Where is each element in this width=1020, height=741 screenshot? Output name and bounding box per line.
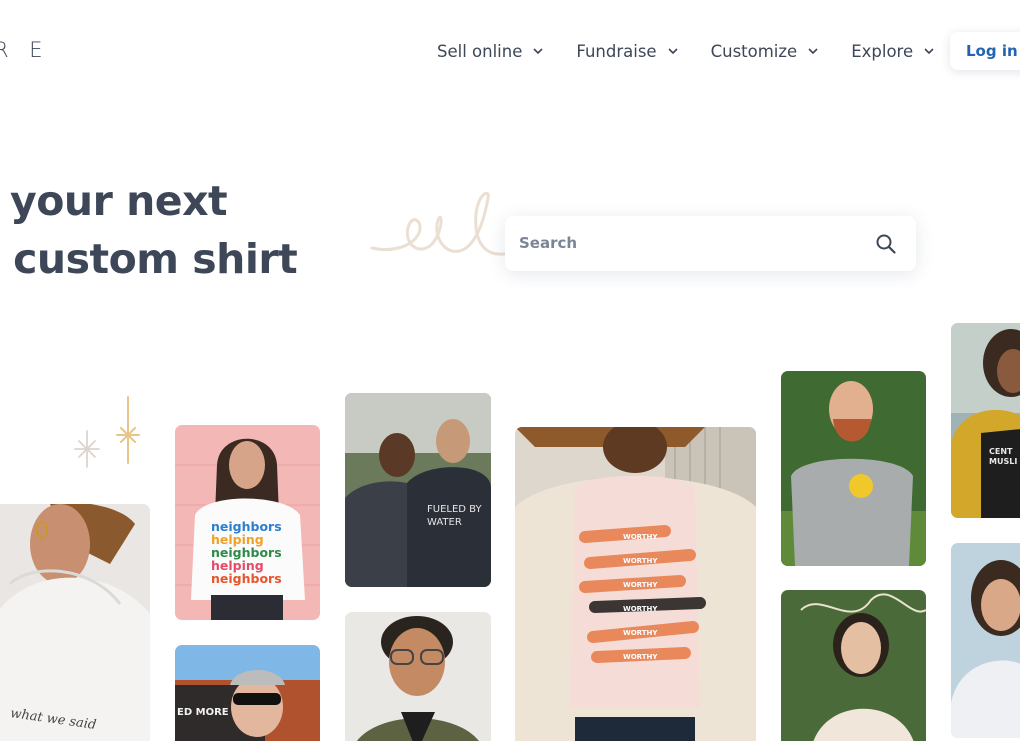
shirt-line: WORTHY bbox=[623, 629, 658, 637]
glasses-woman-image bbox=[345, 612, 491, 741]
logo[interactable]: R E bbox=[0, 38, 50, 62]
nav-label: Explore bbox=[851, 41, 914, 61]
photo-braids-woman[interactable] bbox=[781, 590, 926, 741]
search-box bbox=[505, 216, 916, 271]
hoodie-image bbox=[0, 504, 150, 741]
fueled-shirt-text: FUELED BY WATER bbox=[427, 504, 482, 528]
nav-explore[interactable]: Explore bbox=[851, 38, 935, 64]
chevron-down-icon bbox=[668, 48, 678, 55]
photo-two-men[interactable]: FUELED BY WATER bbox=[345, 393, 491, 587]
shirt-line: WORTHY bbox=[623, 605, 658, 613]
bearded-man-image bbox=[781, 371, 926, 566]
chevron-down-icon bbox=[924, 48, 934, 55]
two-men-image bbox=[345, 393, 491, 587]
hero-line-1: your next bbox=[10, 177, 228, 225]
login-button[interactable]: Log in bbox=[950, 32, 1020, 70]
nav-customize[interactable]: Customize bbox=[711, 38, 820, 64]
photo-worthy-shirt[interactable]: WORTHY WORTHY WORTHY WORTHY WORTHY WORTH… bbox=[515, 427, 756, 741]
nav-label: Sell online bbox=[437, 41, 523, 61]
photo-bearded-man[interactable] bbox=[781, 371, 926, 566]
squiggle-decoration bbox=[370, 191, 505, 256]
braids-woman-image bbox=[781, 590, 926, 741]
photo-woman-yellow-coat[interactable]: CENT MUSLI bbox=[951, 323, 1020, 518]
neighbors-shirt-text: neighbors helping neighbors helping neig… bbox=[211, 520, 282, 585]
chevron-down-icon bbox=[533, 48, 543, 55]
nav-label: Customize bbox=[710, 41, 798, 61]
shirt-line: WORTHY bbox=[623, 653, 658, 661]
photo-woman-smiling[interactable] bbox=[951, 543, 1020, 738]
chevron-down-icon bbox=[808, 48, 818, 55]
search-input[interactable] bbox=[519, 228, 859, 258]
shirt-line: neighbors bbox=[211, 571, 282, 586]
cap-text: ED MORE bbox=[177, 707, 229, 718]
yellow-coat-image bbox=[951, 323, 1020, 518]
sparkle-decoration bbox=[74, 396, 140, 468]
worthy-shirt-text: WORTHY WORTHY WORTHY WORTHY WORTHY WORTH… bbox=[623, 525, 657, 669]
smiling-woman-image bbox=[951, 543, 1020, 738]
photo-glasses-woman[interactable] bbox=[345, 612, 491, 741]
hero-headline: your next e custom shirt bbox=[0, 172, 298, 288]
nav-sell-online[interactable]: Sell online bbox=[437, 38, 544, 64]
shirt-line: WORTHY bbox=[623, 533, 658, 541]
nav-label: Fundraise bbox=[576, 41, 657, 61]
cap-image bbox=[175, 645, 320, 741]
photo-neighbors-shirt[interactable]: neighbors helping neighbors helping neig… bbox=[175, 425, 320, 620]
photo-cap[interactable]: ED MORE bbox=[175, 645, 320, 741]
search-icon[interactable] bbox=[875, 233, 897, 255]
shirt-line: WORTHY bbox=[623, 557, 658, 565]
nav-fundraise[interactable]: Fundraise bbox=[576, 38, 678, 64]
hero-line-2: e custom shirt bbox=[0, 235, 298, 283]
main-nav: Sell online Fundraise Customize Explore bbox=[437, 38, 967, 64]
shirt-line: WORTHY bbox=[623, 581, 658, 589]
photo-hoodie[interactable]: what we said bbox=[0, 504, 150, 741]
right-shirt-text: CENT MUSLI bbox=[989, 447, 1018, 466]
